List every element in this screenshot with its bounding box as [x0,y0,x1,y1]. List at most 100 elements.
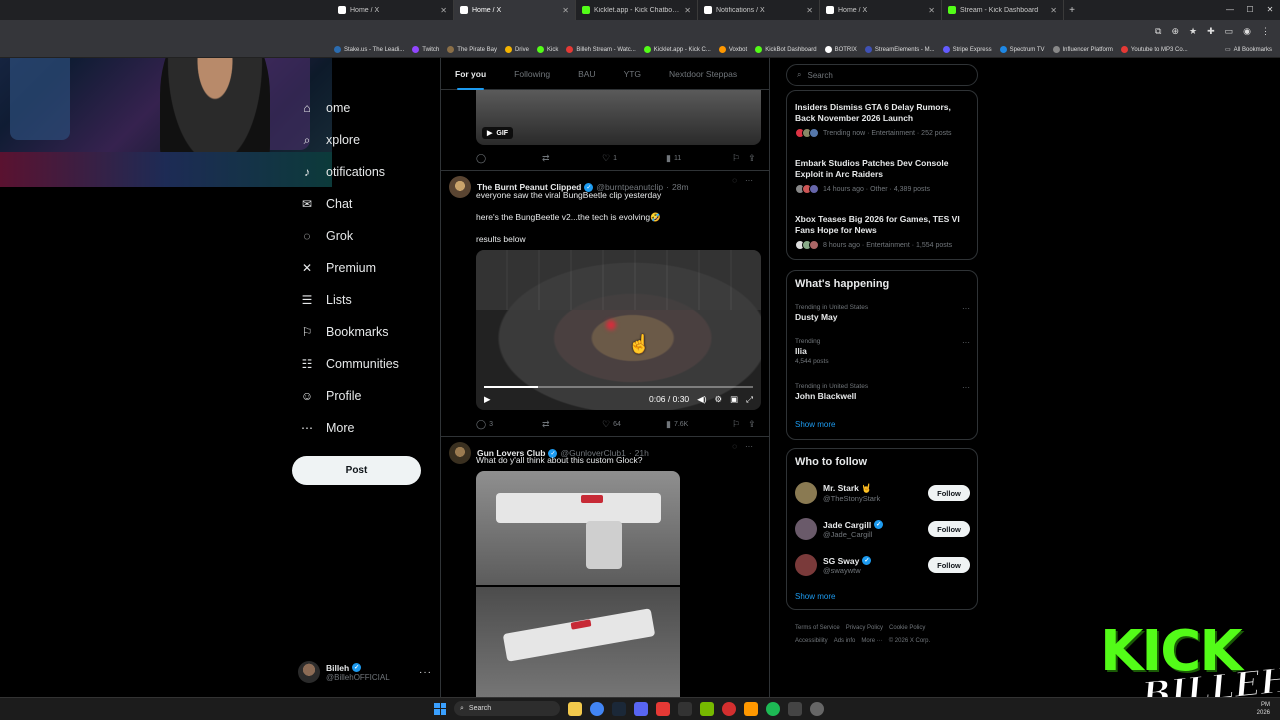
more-options-icon[interactable]: ··· [745,176,753,185]
nav-item-xplore[interactable]: ⌕ xplore [290,124,438,156]
steam-icon[interactable] [612,701,626,716]
bookmark-item[interactable]: Kicklet.app - Kick C... [643,46,711,53]
browser-tab[interactable]: Home / X ✕ [820,0,942,20]
play-icon[interactable]: ▶ [484,394,491,405]
footer-link[interactable]: Cookie Policy [889,625,925,631]
tab-close-icon[interactable]: ✕ [562,6,569,15]
follow-button[interactable]: Follow [928,521,970,537]
tweet-image-gallery[interactable] [476,471,680,698]
avatar[interactable] [449,442,471,464]
bookmark-item[interactable]: StreamElements - M... [864,46,935,53]
follow-button[interactable]: Follow [928,485,970,501]
more-options-icon[interactable]: ··· [962,383,970,392]
tab-close-icon[interactable]: ✕ [806,6,813,15]
windows-start-icon[interactable] [434,702,446,715]
follow-suggestion[interactable]: Mr. Stark 🤘 @TheStonyStark Follow [795,481,970,505]
footer-link[interactable]: Ads info [834,638,856,644]
news-item[interactable]: Xbox Teases Big 2026 for Games, TES VI F… [795,214,970,250]
trend-item[interactable]: Trending in United States John Blackwell ·… [795,383,970,401]
more-options-icon[interactable]: ··· [419,667,432,678]
search-input[interactable]: ⌕ Search [786,64,978,86]
more-options-icon[interactable]: ··· [962,338,970,347]
volume-icon[interactable]: ◀) [697,394,706,405]
bookmark-item[interactable]: Twitch [412,46,439,53]
trend-item[interactable]: Trending Ilia 4,544 posts ··· [795,338,970,365]
extensions-icon[interactable]: ✚ [1207,26,1215,37]
footer-link[interactable]: Accessibility [795,638,828,644]
bookmark-item[interactable]: The Pirate Bay [447,46,497,53]
more-options-icon[interactable]: ··· [745,442,753,451]
avatar[interactable] [449,176,471,198]
nav-item-profile[interactable]: ☺ Profile [290,380,438,412]
like-button[interactable]: ♡ 1 [602,153,666,164]
show-more-follow-link[interactable]: Show more [795,592,835,601]
repost-button[interactable]: ⇄ [542,419,602,430]
grok-icon[interactable]: ◌ [732,442,737,451]
bookmark-item[interactable]: Stripe Express [942,46,992,53]
feed-tab[interactable]: Nextdoor Steppas [655,58,751,90]
bookmark-item[interactable]: Kick [536,46,558,53]
feed-tab[interactable]: For you [441,58,500,90]
system-clock[interactable]: PM 2026 [1257,701,1270,717]
tweet-video-player[interactable]: ☝ ▶ 0:06 / 0:30 ◀) ⚙ ▣ ⤢ [476,250,761,410]
maximize-icon[interactable]: ☐ [1240,0,1260,20]
tweet-gif-media[interactable]: ▶ GIF [476,90,761,145]
spotify-icon[interactable] [766,701,780,716]
bookmark-icon[interactable]: ⚐ [732,153,740,164]
app-icon[interactable] [788,701,802,716]
browser-tab[interactable]: Notifications / X ✕ [698,0,820,20]
app-icon[interactable] [656,701,670,716]
nav-item-lists[interactable]: ☰ Lists [290,284,438,316]
avatar[interactable] [795,482,817,504]
browser-tab[interactable]: Home / X ✕ [332,0,454,20]
grok-icon[interactable]: ◌ [732,176,737,185]
taskbar-search[interactable]: ⌕ Search [454,701,560,716]
bookmark-item[interactable]: Spectrum TV [999,46,1045,53]
news-item[interactable]: Embark Studios Patches Dev Console Explo… [795,158,970,194]
nav-item-otifications[interactable]: ♪ otifications [290,156,438,188]
footer-link[interactable]: Terms of Service [795,625,840,631]
nav-item-premium[interactable]: ✕ Premium [290,252,438,284]
file-explorer-icon[interactable] [568,701,582,716]
post-button[interactable]: Post [292,456,421,485]
nav-item-ome[interactable]: ⌂ ome [290,92,438,124]
feed-tab[interactable]: BAU [564,58,609,90]
share-icon[interactable]: ⇪ [748,419,756,430]
feed-tab[interactable]: YTG [610,58,655,90]
repost-button[interactable]: ⇄ [542,153,602,164]
zoom-icon[interactable]: ⊕ [1171,26,1179,37]
tweet-image[interactable] [476,471,680,585]
tab-close-icon[interactable]: ✕ [440,6,447,15]
more-options-icon[interactable]: ··· [962,304,970,313]
profile-icon[interactable]: ◉ [1243,26,1251,37]
bookmark-item[interactable]: Stake.us - The Leadi... [334,46,404,53]
browser-tab[interactable]: Stream - Kick Dashboard ✕ [942,0,1064,20]
pip-icon[interactable]: ▣ [730,394,738,405]
menu-icon[interactable]: ⋮ [1261,26,1270,37]
nav-item-grok[interactable]: ◌ Grok [290,220,438,252]
nav-item-more[interactable]: ⋯ More [290,412,438,444]
views-button[interactable]: ▮ 7.6K [666,419,732,430]
star-icon[interactable]: ★ [1189,26,1197,37]
settings-icon[interactable] [810,701,824,716]
nvidia-icon[interactable] [700,701,714,716]
tweet-image[interactable] [476,587,680,698]
footer-link[interactable]: Privacy Policy [846,625,883,631]
bookmark-icon[interactable]: ⚐ [732,419,740,430]
avatar[interactable] [795,554,817,576]
tab-close-icon[interactable]: ✕ [1050,6,1057,15]
new-tab-button[interactable]: + [1064,5,1080,16]
install-icon[interactable]: ⧉ [1155,26,1161,37]
sidebar-icon[interactable]: ▭ [1225,26,1234,37]
app-icon[interactable] [744,701,758,716]
reply-button[interactable]: ◯ 3 [476,419,542,430]
nav-item-bookmarks[interactable]: ⚐ Bookmarks [290,316,438,348]
account-switcher[interactable]: Billeh ✓ @BillehOFFICIAL ··· [298,658,432,686]
chrome-icon[interactable] [590,701,604,716]
terminal-icon[interactable] [678,701,692,716]
nav-item-chat[interactable]: ✉ Chat [290,188,438,220]
follow-suggestion[interactable]: SG Sway ✓ @swaywtw Follow [795,553,970,577]
bookmark-item[interactable]: Drive [504,46,529,53]
tab-close-icon[interactable]: ✕ [684,6,691,15]
like-button[interactable]: ♡ 64 [602,419,666,430]
